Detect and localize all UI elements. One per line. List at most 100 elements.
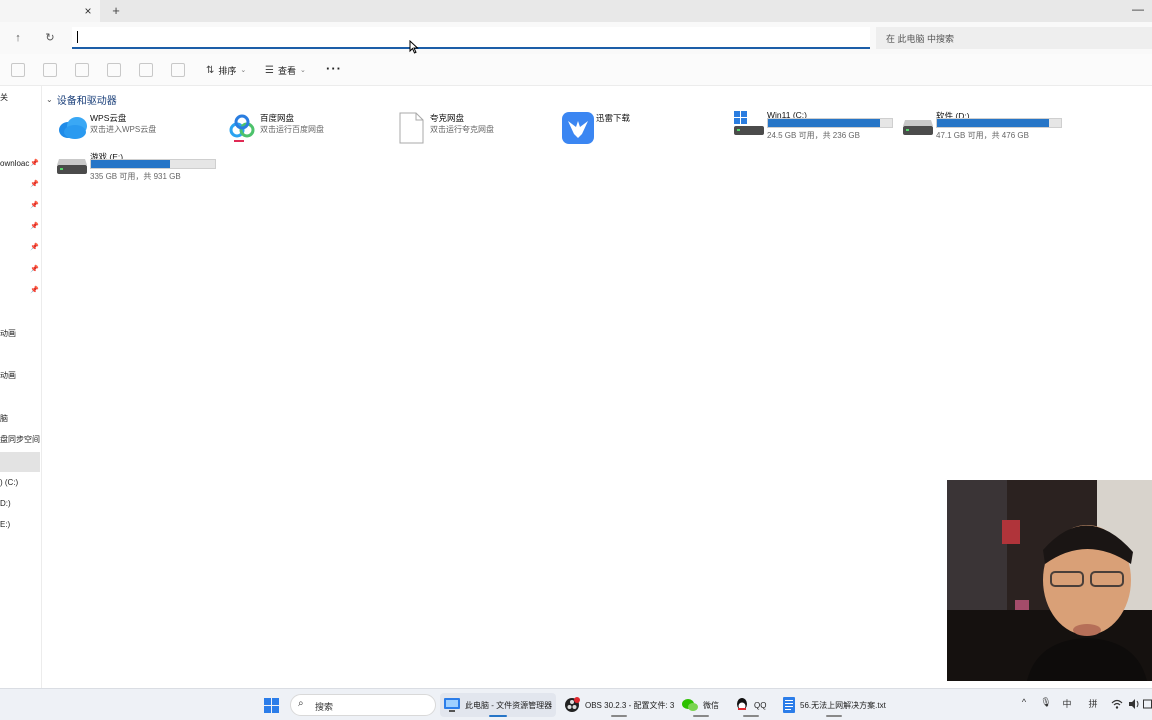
sidebar-item[interactable]: 📌 <box>0 238 40 258</box>
sidebar-item[interactable]: 脑 <box>0 409 40 429</box>
view-button[interactable]: ☰ 查看 ⌄ <box>265 62 306 78</box>
search-input[interactable]: 在 此电脑 中搜索 <box>876 27 1152 49</box>
sort-button[interactable]: ⇅ 排序 ⌄ <box>206 62 246 78</box>
running-indicator <box>611 715 628 717</box>
drive-icon <box>57 159 87 174</box>
volume-icon[interactable] <box>1128 699 1140 709</box>
ime-mode-indicator[interactable]: 拼 <box>1086 697 1100 710</box>
pin-icon: 📌 <box>30 244 39 251</box>
file-icon <box>399 112 424 144</box>
pin-icon: 📌 <box>30 266 39 273</box>
qq-icon <box>737 698 747 710</box>
new-tab-button[interactable]: + <box>108 3 124 19</box>
sidebar-item-drive-e[interactable]: E:) <box>0 515 40 535</box>
quark-netdisk-tile[interactable]: 夸克网盘 双击运行夸克网盘 <box>396 112 556 148</box>
rename-icon[interactable] <box>107 63 121 77</box>
drive-e-tile[interactable]: 游戏 (E:) 335 GB 可用，共 931 GB <box>56 151 216 187</box>
windows-drive-icon <box>734 111 764 135</box>
up-button[interactable]: ↑ <box>9 29 27 47</box>
taskbar-app-qq[interactable]: QQ <box>735 693 766 717</box>
drive-icon <box>903 120 933 135</box>
navigation-bar: ↑ ↻ 在 此电脑 中搜索 <box>0 22 1152 54</box>
wechat-icon <box>682 699 698 711</box>
taskbar-app-file-explorer[interactable]: 此电脑 - 文件资源管理器 <box>440 693 557 717</box>
sort-label: 排序 <box>218 65 237 76</box>
minimize-button[interactable]: — <box>1130 2 1146 18</box>
pin-icon: 📌 <box>30 287 39 294</box>
more-options-button[interactable]: ··· <box>326 61 342 76</box>
drive-usage-fill <box>937 119 1049 127</box>
sidebar-item-downloads[interactable]: ownloac 📌 <box>0 154 40 174</box>
view-label: 查看 <box>277 65 296 76</box>
delete-icon[interactable] <box>171 63 185 77</box>
windows-start-icon[interactable] <box>264 698 279 713</box>
close-tab-icon[interactable]: × <box>80 3 96 19</box>
sidebar-item[interactable]: 📌 <box>0 260 40 280</box>
running-indicator <box>826 715 843 717</box>
microphone-icon[interactable]: 🎙 <box>1039 697 1053 708</box>
copy-icon[interactable] <box>43 63 57 77</box>
drive-d-tile[interactable]: 软件 (D:) 47.1 GB 可用，共 476 GB <box>902 110 1062 146</box>
chevron-down-icon: ⌄ <box>299 67 306 74</box>
sidebar-item[interactable]: 动画 <box>0 324 40 344</box>
baidu-netdisk-icon <box>229 114 255 142</box>
battery-icon[interactable] <box>1143 699 1152 709</box>
wifi-icon[interactable] <box>1111 699 1123 709</box>
text-caret <box>77 31 78 43</box>
mouse-pointer-icon <box>409 40 419 54</box>
webcam-overlay <box>947 480 1152 681</box>
sidebar-item-drive-d[interactable]: D:) <box>0 494 40 514</box>
taskbar: ⌕ 搜索 此电脑 - 文件资源管理器 OBS 30.2.3 - 配置文件: 3 … <box>0 688 1152 720</box>
obs-icon <box>565 697 580 712</box>
drive-usage-bar <box>767 118 893 128</box>
running-indicator <box>742 715 759 717</box>
running-indicator <box>692 715 709 717</box>
sidebar-item[interactable]: 盘同步空间 <box>0 430 40 450</box>
sidebar-item[interactable]: 📌 <box>0 175 40 195</box>
sidebar-item-drive-c[interactable]: ) (C:) <box>0 473 40 493</box>
sort-icon: ⇅ <box>206 64 215 76</box>
sidebar-item[interactable]: 📌 <box>0 196 40 216</box>
wps-cloud-tile[interactable]: WPS云盘 双击进入WPS云盘 <box>56 112 216 148</box>
group-header-label: 设备和驱动器 <box>56 96 117 107</box>
pin-icon: 📌 <box>30 181 39 188</box>
file-explorer-icon <box>444 698 460 712</box>
paste-icon[interactable] <box>75 63 89 77</box>
taskbar-app-wechat[interactable]: 微信 <box>682 693 719 717</box>
explorer-tab[interactable]: × <box>0 0 100 22</box>
active-indicator <box>489 715 508 717</box>
notepad-icon <box>783 697 795 713</box>
view-icon: ☰ <box>265 64 274 76</box>
taskbar-app-obs[interactable]: OBS 30.2.3 - 配置文件: 3 <box>564 693 674 717</box>
sidebar-item[interactable]: 📌 <box>0 281 40 301</box>
xunlei-tile[interactable]: 迅雷下载 <box>562 112 722 148</box>
webcam-feed <box>947 480 1152 681</box>
search-icon: ⌕ <box>298 698 304 709</box>
drive-c-tile[interactable]: Win11 (C:) 24.5 GB 可用，共 236 GB <box>733 110 893 146</box>
input-language-indicator[interactable]: 中 <box>1060 697 1074 710</box>
sidebar-item[interactable]: 📌 <box>0 217 40 237</box>
cut-icon[interactable] <box>11 63 25 77</box>
taskbar-app-notepad[interactable]: 56.无法上网解决方案.txt <box>783 693 886 717</box>
pin-icon: 📌 <box>30 202 39 209</box>
drive-usage-bar <box>90 159 216 169</box>
sidebar-item-this-pc[interactable] <box>0 452 40 472</box>
drive-usage-fill <box>91 160 170 168</box>
wps-cloud-icon <box>59 117 87 139</box>
share-icon[interactable] <box>139 63 153 77</box>
sidebar-item[interactable]: 关 <box>0 88 40 108</box>
drive-usage-bar <box>936 118 1062 128</box>
refresh-button[interactable]: ↻ <box>41 29 59 47</box>
command-bar: ⇅ 排序 ⌄ ☰ 查看 ⌄ ··· <box>0 54 1152 86</box>
xunlei-icon <box>562 112 594 144</box>
tray-chevron-icon[interactable]: ^ <box>1017 697 1031 707</box>
chevron-down-icon: ⌄ <box>240 67 247 74</box>
group-header[interactable]: ⌄ 设备和驱动器 <box>46 92 117 107</box>
address-bar[interactable] <box>72 27 870 49</box>
baidu-netdisk-tile[interactable]: 百度网盘 双击运行百度网盘 <box>226 112 386 148</box>
sidebar-item[interactable]: 动画 <box>0 366 40 386</box>
pin-icon: 📌 <box>30 223 39 230</box>
drive-usage-fill <box>768 119 880 127</box>
navigation-pane: 关 ownloac 📌 📌 📌 📌 📌 📌 📌 动画 动画 脑 盘同步空间 ) (… <box>0 86 42 688</box>
taskbar-search[interactable]: ⌕ 搜索 <box>290 694 436 716</box>
